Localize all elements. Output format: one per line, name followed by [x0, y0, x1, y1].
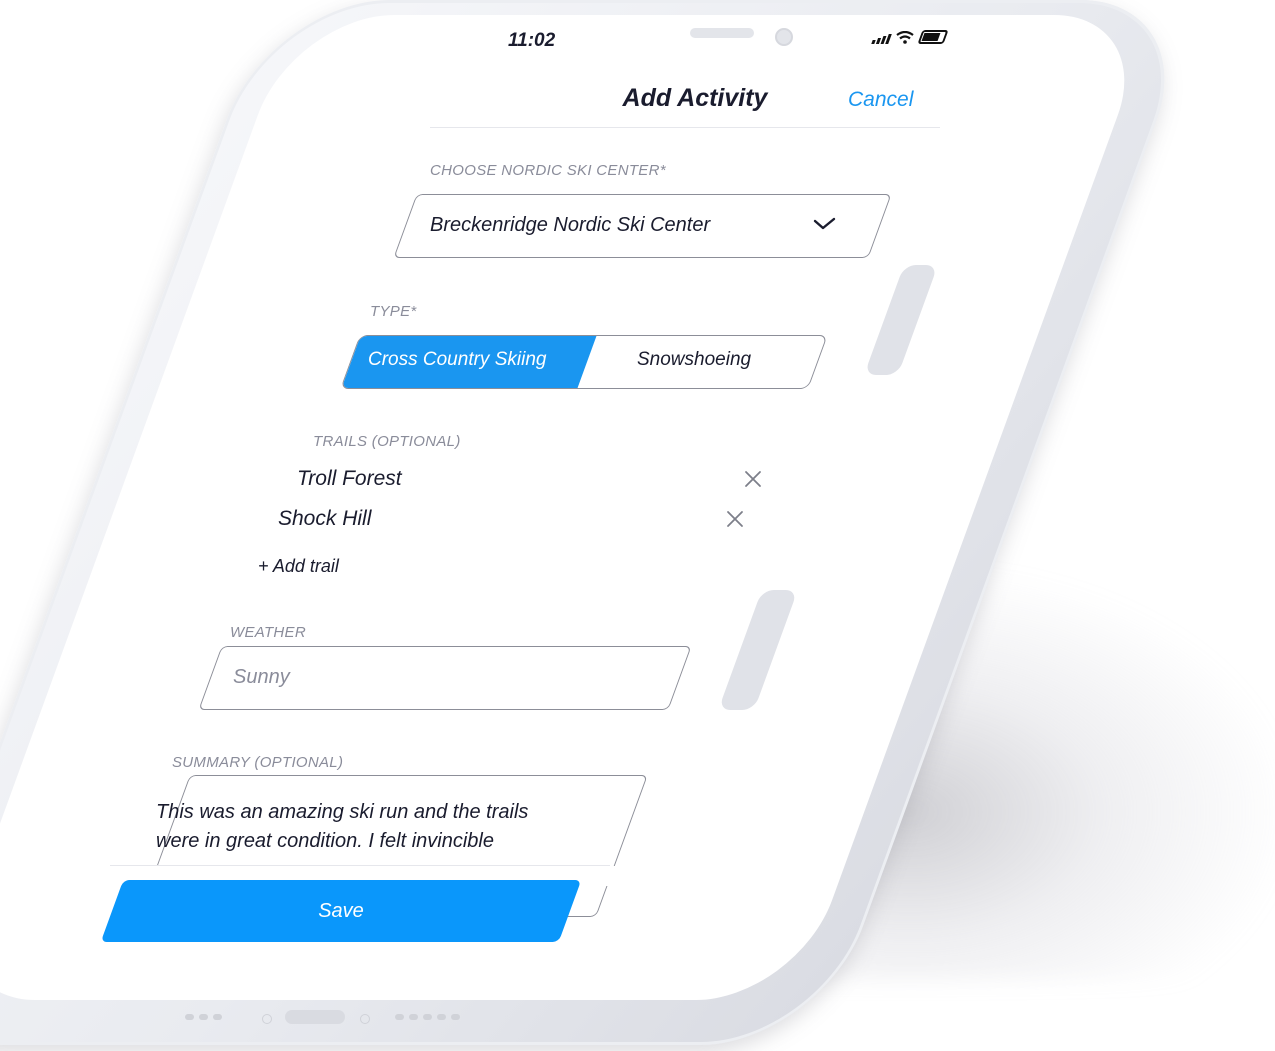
- close-icon[interactable]: [724, 508, 746, 530]
- screw: [360, 1014, 370, 1024]
- battery-icon: [917, 30, 949, 44]
- status-time: 11:02: [508, 30, 556, 51]
- segment-label-snowshoeing: Snowshoeing: [637, 349, 752, 370]
- charging-port: [285, 1010, 345, 1024]
- app-screen: 11:02 Add Activity Cancel CHOOSE NORDIC …: [0, 0, 1275, 1051]
- ski-center-value: Breckenridge Nordic Ski Center: [430, 214, 711, 236]
- add-trail-button[interactable]: + Add trail: [258, 556, 339, 577]
- summary-label: SUMMARY (OPTIONAL): [172, 754, 344, 771]
- status-icons: [871, 30, 949, 44]
- chevron-down-icon: [813, 217, 836, 230]
- close-icon[interactable]: [742, 468, 764, 490]
- weather-placeholder: Sunny: [233, 666, 290, 688]
- type-label: TYPE*: [370, 303, 417, 320]
- header-divider: [430, 127, 940, 128]
- weather-label: WEATHER: [230, 624, 306, 641]
- page-title: Add Activity: [622, 84, 768, 112]
- front-camera: [775, 28, 793, 46]
- save-button-label: Save: [318, 900, 364, 922]
- trails-label: TRAILS (OPTIONAL): [313, 433, 461, 450]
- speaker-notch: [690, 28, 754, 38]
- summary-value: This was an amazing ski run and the trai…: [156, 801, 529, 852]
- wifi-icon: [896, 31, 914, 44]
- speaker-grille-right: [395, 1014, 460, 1020]
- ski-center-label: CHOOSE NORDIC SKI CENTER*: [430, 162, 666, 179]
- footer-divider: [110, 865, 610, 866]
- speaker-grille-left: [185, 1014, 222, 1020]
- trail-item: Troll Forest: [297, 467, 402, 490]
- segment-label-cross-country: Cross Country Skiing: [368, 349, 547, 370]
- cancel-button[interactable]: Cancel: [848, 88, 913, 112]
- cellular-signal-icon: [871, 34, 892, 44]
- screw: [262, 1014, 272, 1024]
- trail-item: Shock Hill: [278, 507, 372, 530]
